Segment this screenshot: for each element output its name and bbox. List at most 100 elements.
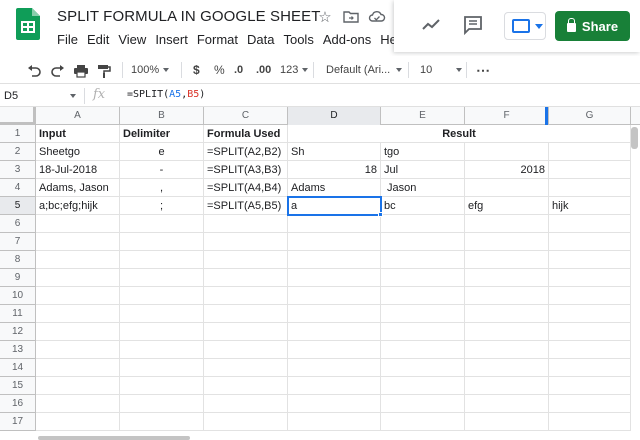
empty-cell[interactable] [381, 413, 465, 431]
fill-handle[interactable] [378, 212, 383, 217]
name-box[interactable]: D5 [4, 88, 80, 104]
column-header-c[interactable]: C [204, 107, 288, 125]
share-button[interactable]: Share [555, 11, 630, 41]
column-header-b[interactable]: B [120, 107, 204, 125]
cell-e5[interactable]: bc [381, 197, 465, 215]
cell-c4[interactable]: =SPLIT(A4,B4) [204, 179, 288, 197]
empty-cell[interactable] [549, 323, 631, 341]
cell-f4[interactable] [465, 179, 549, 197]
cell-e4[interactable]: Jason [381, 179, 465, 197]
cell-e3[interactable]: Jul [381, 161, 465, 179]
empty-cell[interactable] [204, 269, 288, 287]
empty-cell[interactable] [120, 413, 204, 431]
row-header-7[interactable]: 7 [0, 233, 36, 251]
document-title[interactable]: SPLIT FORMULA IN GOOGLE SHEET [57, 8, 321, 25]
font-family-select[interactable]: Default (Ari... [326, 61, 402, 79]
empty-cell[interactable] [549, 413, 631, 431]
empty-cell[interactable] [465, 305, 549, 323]
redo-icon[interactable] [50, 62, 66, 80]
empty-cell[interactable] [549, 341, 631, 359]
empty-cell[interactable] [36, 323, 120, 341]
empty-cell[interactable] [381, 395, 465, 413]
empty-cell[interactable] [120, 233, 204, 251]
menu-tools[interactable]: Tools [283, 32, 313, 47]
row-header-10[interactable]: 10 [0, 287, 36, 305]
cell-d4[interactable]: Adams [288, 179, 381, 197]
activity-trend-icon[interactable] [420, 14, 442, 36]
empty-cell[interactable] [465, 269, 549, 287]
empty-cell[interactable] [288, 215, 381, 233]
menu-format[interactable]: Format [197, 32, 238, 47]
empty-cell[interactable] [381, 233, 465, 251]
empty-cell[interactable] [288, 251, 381, 269]
cell-b5[interactable]: ; [120, 197, 204, 215]
empty-cell[interactable] [381, 287, 465, 305]
empty-cell[interactable] [120, 377, 204, 395]
empty-cell[interactable] [381, 305, 465, 323]
empty-cell[interactable] [120, 359, 204, 377]
column-header-g[interactable]: G [549, 107, 631, 125]
menu-insert[interactable]: Insert [155, 32, 188, 47]
zoom-select[interactable]: 100% [131, 61, 170, 79]
star-icon[interactable]: ☆ [316, 9, 334, 27]
empty-cell[interactable] [36, 287, 120, 305]
empty-cell[interactable] [120, 269, 204, 287]
row-header-1[interactable]: 1 [0, 125, 36, 143]
row-header-11[interactable]: 11 [0, 305, 36, 323]
cell-a4[interactable]: Adams, Jason [36, 179, 120, 197]
select-all-corner[interactable] [0, 107, 36, 125]
cell-g5[interactable]: hijk [549, 197, 631, 215]
cell-g4[interactable] [549, 179, 631, 197]
present-button[interactable] [504, 12, 546, 40]
increase-decimal-button[interactable]: .00 [256, 61, 271, 79]
decrease-decimal-button[interactable]: .0 [234, 61, 243, 79]
cell-c2[interactable]: =SPLIT(A2,B2) [204, 143, 288, 161]
percent-format-button[interactable]: % [214, 61, 225, 79]
menu-view[interactable]: View [118, 32, 146, 47]
empty-cell[interactable] [381, 269, 465, 287]
row-header-13[interactable]: 13 [0, 341, 36, 359]
sheets-logo-icon[interactable] [16, 8, 40, 40]
empty-cell[interactable] [465, 395, 549, 413]
more-options-icon[interactable]: ⋯ [476, 61, 490, 79]
spreadsheet-grid[interactable]: A B C D E F G 1 2 3 4 5 6 7 8 9 10 11 12… [0, 107, 640, 440]
empty-cell[interactable] [549, 233, 631, 251]
cell-e2[interactable]: tgo [381, 143, 465, 161]
empty-cell[interactable] [120, 305, 204, 323]
empty-cell[interactable] [36, 269, 120, 287]
column-header-e[interactable]: E [381, 107, 465, 125]
vertical-scrollbar[interactable] [631, 127, 638, 149]
empty-cell[interactable] [204, 323, 288, 341]
empty-cell[interactable] [549, 287, 631, 305]
row-header-12[interactable]: 12 [0, 323, 36, 341]
cell-a1[interactable]: Input [36, 125, 120, 143]
cell-d2[interactable]: Sh [288, 143, 381, 161]
empty-cell[interactable] [381, 215, 465, 233]
currency-format-button[interactable]: $ [193, 61, 200, 79]
empty-cell[interactable] [120, 341, 204, 359]
empty-cell[interactable] [549, 215, 631, 233]
empty-cell[interactable] [36, 359, 120, 377]
empty-cell[interactable] [549, 305, 631, 323]
menu-edit[interactable]: Edit [87, 32, 109, 47]
empty-cell[interactable] [288, 233, 381, 251]
cell-d5[interactable]: a [288, 197, 381, 215]
empty-cell[interactable] [288, 323, 381, 341]
empty-cell[interactable] [204, 341, 288, 359]
cell-f2[interactable] [465, 143, 549, 161]
cell-d3[interactable]: 18 [288, 161, 381, 179]
empty-cell[interactable] [36, 305, 120, 323]
empty-cell[interactable] [465, 233, 549, 251]
empty-cell[interactable] [465, 359, 549, 377]
empty-cell[interactable] [36, 341, 120, 359]
row-header-17[interactable]: 17 [0, 413, 36, 431]
empty-cell[interactable] [288, 287, 381, 305]
row-header-8[interactable]: 8 [0, 251, 36, 269]
row-header-16[interactable]: 16 [0, 395, 36, 413]
empty-cell[interactable] [549, 359, 631, 377]
cell-g2[interactable] [549, 143, 631, 161]
empty-cell[interactable] [204, 395, 288, 413]
empty-cell[interactable] [288, 269, 381, 287]
row-header-5[interactable]: 5 [0, 197, 36, 215]
empty-cell[interactable] [204, 305, 288, 323]
